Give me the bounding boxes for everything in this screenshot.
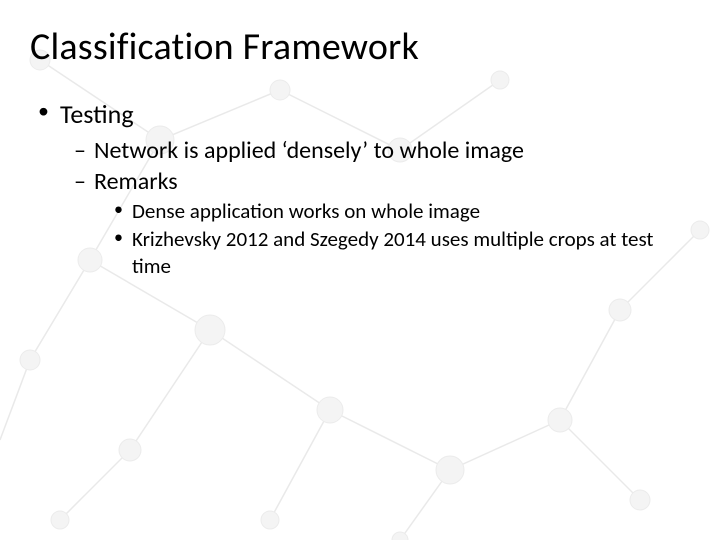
bullet-l3-crops: Krizhevsky 2012 and Szegedy 2014 uses mu… [114, 226, 690, 279]
bullet-l3-dense-app: Dense application works on whole image [114, 198, 690, 224]
bullet-list: Testing Network is applied ‘densely’ to … [30, 98, 690, 279]
slide-content: Classification Framework Testing Network… [0, 0, 720, 540]
bullet-l2-densely: Network is applied ‘densely’ to whole im… [74, 136, 690, 165]
bullet-l1-testing: Testing [38, 98, 690, 130]
bullet-l2-remarks: Remarks [74, 167, 690, 196]
slide-title: Classification Framework [30, 24, 690, 70]
